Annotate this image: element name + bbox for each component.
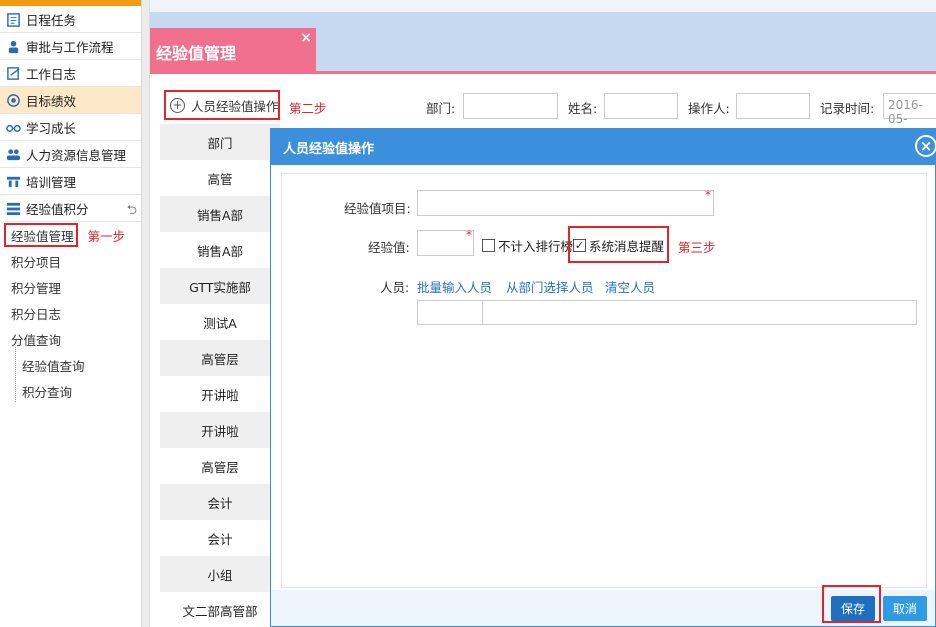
- dialog-header: 人员经验值操作 ×: [271, 129, 936, 165]
- people-label: 人员:: [380, 280, 410, 295]
- sidebar-sub-label: 积分查询: [22, 384, 73, 400]
- log-edit-icon: [6, 66, 21, 81]
- clear-people-link[interactable]: 清空人员: [605, 277, 655, 296]
- table-row: 会计: [207, 531, 233, 547]
- table-row: 销售A部: [160, 196, 280, 232]
- sidebar-item-label: 日程任务: [26, 12, 77, 28]
- sidebar-item-label: 学习成长: [26, 120, 77, 136]
- save-highlight-box: [822, 585, 881, 623]
- sidebar-item-experience-points[interactable]: 经验值积分 ⮌: [0, 195, 141, 222]
- glasses-icon: [6, 120, 21, 135]
- exclude-ranking-label: 不计入排行榜: [498, 239, 574, 254]
- sidebar-sub-score-query[interactable]: 分值查询: [0, 326, 141, 352]
- table-row: 文二部高管部: [182, 603, 258, 619]
- operator-filter-input[interactable]: [736, 93, 810, 119]
- checkbox-unchecked-icon: [482, 239, 495, 252]
- record-time-label: 记录时间:: [820, 101, 875, 116]
- dept-label: 部门:: [426, 101, 456, 116]
- experience-value-label: 经验值:: [368, 240, 410, 255]
- table-row: 高管层: [201, 459, 239, 475]
- table-row: 高管: [207, 171, 233, 187]
- sidebar-item-label: 经验值积分: [26, 201, 89, 217]
- table-row: 开讲啦: [201, 387, 239, 403]
- sidebar-item-label: 工作日志: [26, 66, 77, 82]
- batch-input-people-link[interactable]: 批量输入人员: [417, 277, 492, 296]
- sidebar-sub-label: 积分日志: [11, 306, 62, 322]
- sidebar-item-approval[interactable]: 审批与工作流程: [0, 33, 141, 60]
- left-sidebar: 日程任务 审批与工作流程 工作日志 目标绩效 学习成长 人力资源信息管理 培训管…: [0, 0, 142, 627]
- table-row: 高管层: [160, 340, 280, 376]
- table-row: 测试A: [203, 315, 237, 331]
- tree-connector-line: [15, 347, 16, 402]
- record-time-input[interactable]: 2016-05-: [883, 93, 936, 126]
- top-strip: [150, 0, 936, 12]
- experience-item-input[interactable]: [417, 190, 714, 216]
- table-row: 开讲啦: [160, 412, 280, 448]
- step2-annotation: 第二步: [289, 101, 327, 116]
- table-row: GTT实施部: [160, 268, 280, 304]
- experience-op-dialog: 人员经验值操作 × 经验值项目: * 经验值: * 不计入排行榜 ✓ 系统消息提…: [270, 128, 936, 627]
- required-mark: *: [705, 188, 711, 202]
- sidebar-item-worklog[interactable]: 工作日志: [0, 60, 141, 87]
- table-header-dept: 部门: [160, 124, 280, 160]
- required-mark: *: [466, 228, 472, 242]
- exclude-ranking-checkbox[interactable]: 不计入排行榜: [482, 236, 573, 255]
- name-filter-input[interactable]: [604, 93, 678, 119]
- sidebar-item-label: 人力资源信息管理: [26, 147, 127, 163]
- people-list-field[interactable]: [417, 300, 917, 325]
- people-icon: [6, 147, 21, 162]
- calendar-icon: [6, 12, 21, 27]
- table-row: 会计: [160, 484, 280, 520]
- tab-close-icon[interactable]: ×: [300, 30, 312, 46]
- step3-highlight-box: [568, 226, 669, 263]
- step2-highlight-box: [164, 90, 280, 120]
- sidebar-sub-label: 积分项目: [11, 254, 62, 270]
- sidebar-item-schedule[interactable]: 日程任务: [0, 6, 141, 33]
- tab-band: 经验值管理 ×: [150, 12, 936, 74]
- people-list-cell: [418, 301, 483, 324]
- step1-annotation: 第一步: [87, 228, 126, 244]
- cancel-button[interactable]: 取消: [883, 596, 928, 621]
- tab-title: 经验值管理: [156, 44, 237, 63]
- operator-label: 操作人:: [688, 101, 730, 116]
- training-icon: [6, 174, 21, 189]
- sidebar-item-hr[interactable]: 人力资源信息管理: [0, 141, 141, 168]
- sidebar-item-label: 审批与工作流程: [26, 39, 114, 55]
- step1-highlight-box: [4, 223, 78, 247]
- sidebar-item-training[interactable]: 培训管理: [0, 168, 141, 195]
- department-column: 部门 高管 销售A部 销售A部 GTT实施部 测试A 高管层 开讲啦 开讲啦 高…: [160, 124, 280, 627]
- sidebar-item-performance[interactable]: 目标绩效: [0, 87, 141, 114]
- select-from-dept-link[interactable]: 从部门选择人员: [506, 277, 594, 296]
- sidebar-sub-points-log[interactable]: 积分日志: [0, 300, 141, 326]
- sidebar-sub-label: 经验值查询: [22, 358, 85, 374]
- sidebar-sub-points-project[interactable]: 积分项目: [0, 248, 141, 274]
- name-label: 姓名:: [568, 101, 598, 116]
- step3-annotation: 第三步: [678, 240, 716, 255]
- back-arrow-icon[interactable]: ⮌: [127, 201, 137, 223]
- dialog-close-icon[interactable]: ×: [915, 135, 936, 157]
- sidebar-sub-points-manage[interactable]: 积分管理: [0, 274, 141, 300]
- target-icon: [6, 93, 21, 108]
- sidebar-item-learning[interactable]: 学习成长: [0, 114, 141, 141]
- sidebar-scrollbar[interactable]: [142, 0, 150, 627]
- sidebar-item-label: 培训管理: [26, 174, 77, 190]
- sidebar-subsub-experience-query[interactable]: 经验值查询: [0, 352, 141, 378]
- stack-icon: [6, 201, 21, 216]
- table-row: 销售A部: [196, 243, 244, 259]
- tab-experience-manage[interactable]: 经验值管理 ×: [150, 28, 316, 74]
- dept-filter-input[interactable]: [463, 93, 558, 119]
- sidebar-sub-label: 分值查询: [11, 332, 62, 348]
- sidebar-sub-label: 积分管理: [11, 280, 62, 296]
- experience-item-label: 经验值项目:: [344, 201, 411, 216]
- table-row: 小组: [160, 556, 280, 592]
- tab-underline: [150, 71, 936, 74]
- sidebar-item-label: 目标绩效: [26, 93, 77, 109]
- dialog-title: 人员经验值操作: [283, 141, 375, 157]
- sidebar-subsub-points-query[interactable]: 积分查询: [0, 378, 141, 404]
- approval-person-icon: [6, 39, 21, 54]
